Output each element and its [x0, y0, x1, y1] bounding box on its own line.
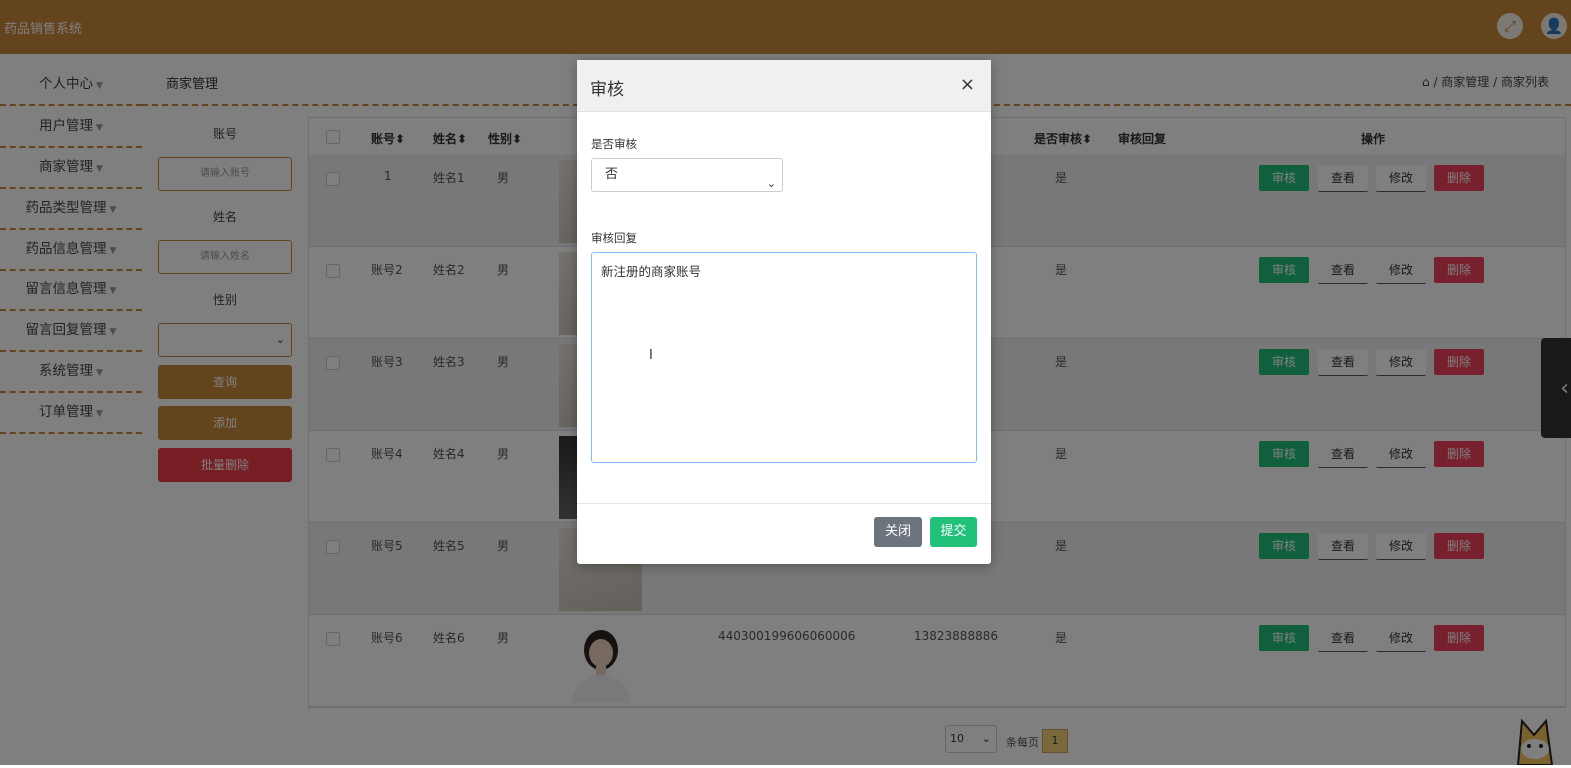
chevron-down-icon: ⌄ — [766, 177, 776, 190]
text-cursor-icon: I — [649, 348, 653, 363]
dialog-footer-divider — [577, 503, 991, 504]
dialog-title: 审核 — [590, 80, 624, 100]
audit-status-select[interactable]: 否 ⌄ — [591, 158, 783, 192]
audit-dialog: 审核 × 是否审核 否 ⌄ 审核回复 新注册的商家账号 I 关闭 提交 — [577, 60, 991, 564]
submit-button[interactable]: 提交 — [930, 517, 977, 547]
close-icon[interactable]: × — [960, 74, 975, 95]
audit-reply-label: 审核回复 — [591, 231, 637, 245]
audit-status-label: 是否审核 — [591, 137, 637, 151]
dialog-header: 审核 × — [577, 60, 991, 112]
close-button[interactable]: 关闭 — [874, 517, 922, 547]
